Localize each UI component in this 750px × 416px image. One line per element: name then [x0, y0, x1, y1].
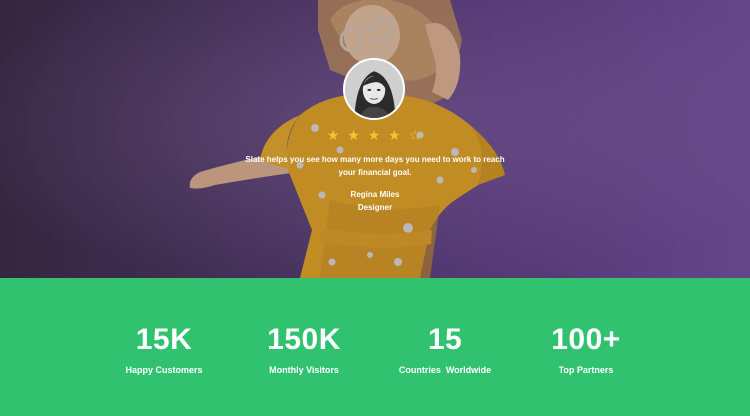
stats-section: 15K Happy Customers 150K Monthly Visitor… [0, 278, 750, 416]
stat-countries-worldwide: 15 Countries Worldwide [370, 322, 520, 376]
star-filled-icon: ★ [347, 127, 362, 143]
star-filled-icon: ★ [367, 127, 383, 143]
rating-stars: ★ ★ ★ ★ ☆ [0, 127, 750, 143]
stat-value: 15 [427, 323, 463, 356]
stat-value: 15K [135, 323, 193, 356]
testimonial: ★ ★ ★ ★ ☆ Slate helps you see how many m… [0, 0, 750, 278]
stat-value: 100+ [551, 323, 621, 356]
author-name: Regina Miles [350, 190, 400, 199]
author-avatar [343, 58, 405, 120]
star-filled-icon: ★ [388, 127, 403, 143]
stat-label: Monthly Visitors [269, 365, 339, 375]
stat-label: Countries Worldwide [398, 365, 492, 375]
star-filled-icon: ★ [326, 127, 342, 143]
hero-section: ★ ★ ★ ★ ☆ Slate helps you see how many m… [0, 0, 750, 278]
star-empty-icon: ☆ [408, 127, 424, 143]
stat-label: Top Partners [558, 365, 614, 375]
avatar-portrait [345, 60, 403, 118]
author-role: Designer [357, 203, 393, 212]
stat-value: 150K [267, 323, 341, 356]
stat-top-partners: 100+ Top Partners [511, 322, 661, 376]
stat-label: Happy Customers [125, 365, 203, 375]
stat-happy-customers: 15K Happy Customers [89, 322, 239, 376]
testimonial-quote: Slate helps you see how many more days y… [245, 155, 505, 177]
stat-monthly-visitors: 150K Monthly Visitors [229, 322, 379, 376]
